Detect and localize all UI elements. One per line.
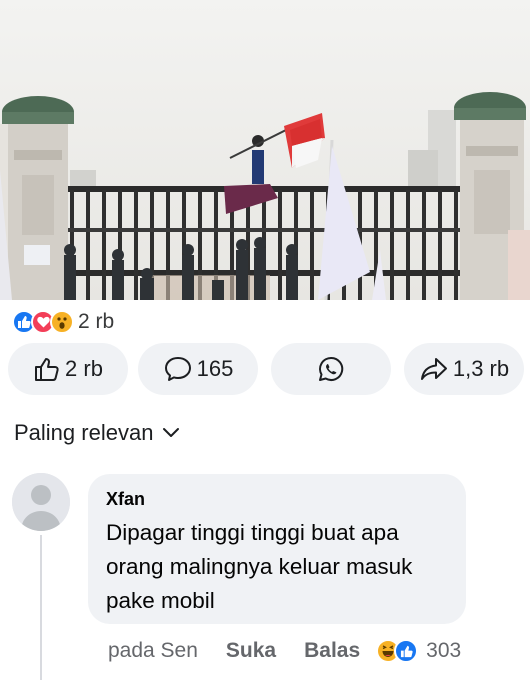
default-profile-icon <box>12 473 70 531</box>
reaction-summary[interactable]: 2 rb <box>12 308 114 336</box>
thread-line <box>40 535 42 680</box>
protest-gate-illustration <box>0 0 530 300</box>
comment-meta: pada Sen Suka Balas 303 <box>108 636 461 666</box>
comment-author[interactable]: Xfan <box>106 488 446 510</box>
post-actions: 2 rb 165 1,3 rb <box>8 343 524 395</box>
commenter-avatar[interactable] <box>12 473 70 531</box>
reaction-icons <box>12 310 74 334</box>
comment-text-line: Dipagar tinggi tinggi buat apa <box>106 520 399 545</box>
comment-like-button[interactable]: Suka <box>226 639 276 663</box>
like-count: 2 rb <box>65 356 103 381</box>
share-button[interactable]: 1,3 rb <box>404 343 524 395</box>
comment-text-line: pake mobil <box>106 588 215 613</box>
comment-button[interactable]: 165 <box>138 343 258 395</box>
comment-reaction-count: 303 <box>426 639 462 662</box>
post-photo[interactable] <box>0 0 530 300</box>
chevron-down-icon <box>161 420 181 446</box>
like-icon <box>394 639 419 663</box>
comment-text-line: orang malingnya keluar masuk <box>106 554 413 579</box>
share-count: 1,3 rb <box>452 356 510 381</box>
whatsapp-share-button[interactable] <box>271 343 391 395</box>
comment-bubble[interactable]: Xfan Dipagar tinggi tinggi buat apa oran… <box>88 474 466 624</box>
comment-text: Dipagar tinggi tinggi buat apa orang mal… <box>106 516 446 618</box>
comments-sort-dropdown[interactable]: Paling relevan <box>14 420 181 446</box>
sort-label: Paling relevan <box>14 420 154 445</box>
reaction-count: 2 rb <box>78 310 115 333</box>
comment-count: 165 <box>196 356 234 381</box>
thumbs-up-icon <box>33 355 61 383</box>
like-button[interactable]: 2 rb <box>8 343 128 395</box>
comment-reply-button[interactable]: Balas <box>304 639 360 663</box>
comment-reactions[interactable] <box>376 639 419 663</box>
comment-time[interactable]: pada Sen <box>108 639 198 663</box>
share-arrow-icon <box>419 355 449 383</box>
whatsapp-icon <box>317 355 345 383</box>
comment-bubble-icon <box>163 355 193 383</box>
wow-icon <box>50 310 74 334</box>
